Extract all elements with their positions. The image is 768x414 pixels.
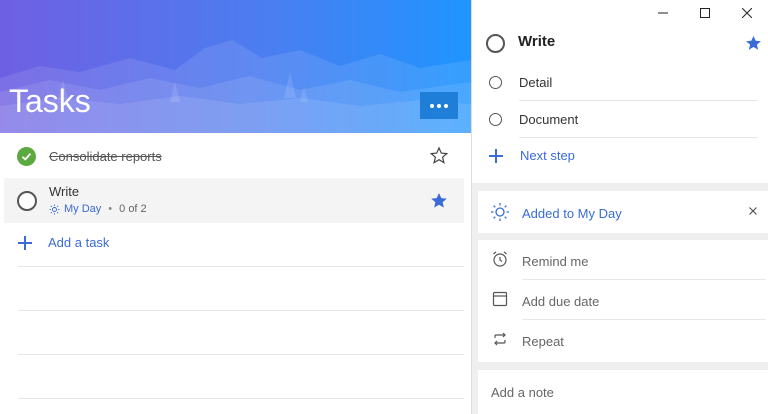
remind-me-label: Remind me: [522, 254, 589, 269]
task-options-card: Remind me Add due date Repeat: [478, 240, 768, 362]
detail-pane: Write Detail Document Next step Added to…: [471, 0, 768, 414]
add-task-label: Add a task: [48, 235, 110, 250]
due-date-label: Add due date: [522, 294, 600, 309]
divider: [18, 310, 464, 311]
task-list-pane: Tasks Consolidate reports Write My Day •…: [0, 0, 471, 414]
divider: [18, 354, 464, 355]
plus-icon: [18, 235, 32, 250]
note-placeholder: Add a note: [491, 385, 554, 400]
sun-icon: [491, 203, 509, 221]
minimize-button[interactable]: [642, 0, 684, 26]
star-filled-icon[interactable]: [744, 34, 763, 53]
meta-separator: •: [108, 203, 113, 215]
sun-icon: [49, 203, 60, 215]
plus-icon: [489, 148, 503, 163]
note-field[interactable]: Add a note: [478, 370, 768, 414]
more-options-button[interactable]: [420, 92, 458, 119]
repeat-option[interactable]: Repeat: [478, 320, 768, 360]
detail-card: Write Detail Document Next step: [472, 0, 768, 183]
detail-title[interactable]: Write: [518, 33, 555, 50]
task-title: Consolidate reports: [49, 148, 162, 164]
step-item[interactable]: Detail: [472, 64, 768, 101]
maximize-button[interactable]: [684, 0, 726, 26]
add-task-button[interactable]: Add a task: [18, 235, 109, 250]
step-item[interactable]: Document: [472, 101, 768, 138]
step-toggle[interactable]: [489, 76, 502, 89]
my-day-card[interactable]: Added to My Day: [478, 191, 768, 233]
due-date-option[interactable]: Add due date: [478, 280, 768, 320]
window-close-button[interactable]: [726, 0, 768, 26]
window-controls: [642, 0, 768, 26]
star-outline-icon[interactable]: [429, 146, 449, 166]
window-close-icon: [742, 8, 752, 18]
list-banner: Tasks: [0, 0, 471, 133]
divider: [18, 398, 464, 399]
calendar-icon: [492, 291, 508, 307]
task-row-selected[interactable]: Write My Day • 0 of 2: [4, 178, 464, 223]
divider: [18, 266, 464, 267]
task-row[interactable]: Consolidate reports: [4, 137, 464, 175]
minimize-icon: [658, 12, 668, 14]
step-count: 0 of 2: [119, 203, 147, 215]
task-title: Write: [49, 184, 80, 199]
repeat-icon: [494, 332, 506, 346]
close-icon[interactable]: [746, 204, 760, 218]
list-title: Tasks: [9, 83, 91, 119]
step-label: Document: [519, 112, 579, 127]
step-label: Detail: [519, 75, 553, 90]
step-toggle[interactable]: [489, 113, 502, 126]
alarm-icon: [493, 251, 507, 267]
next-step-label: Next step: [520, 148, 575, 163]
next-step-button[interactable]: Next step: [489, 148, 575, 163]
remind-me-option[interactable]: Remind me: [478, 240, 768, 280]
complete-toggle[interactable]: [486, 34, 505, 53]
repeat-label: Repeat: [522, 334, 564, 349]
my-day-tag: My Day: [64, 203, 102, 215]
maximize-icon: [700, 8, 710, 18]
check-icon[interactable]: [17, 146, 36, 166]
my-day-label: Added to My Day: [522, 206, 622, 221]
more-icon: [430, 103, 448, 108]
divider: [519, 137, 757, 138]
star-filled-icon[interactable]: [429, 191, 449, 211]
task-meta: My Day • 0 of 2: [49, 203, 147, 215]
complete-toggle[interactable]: [17, 190, 37, 211]
